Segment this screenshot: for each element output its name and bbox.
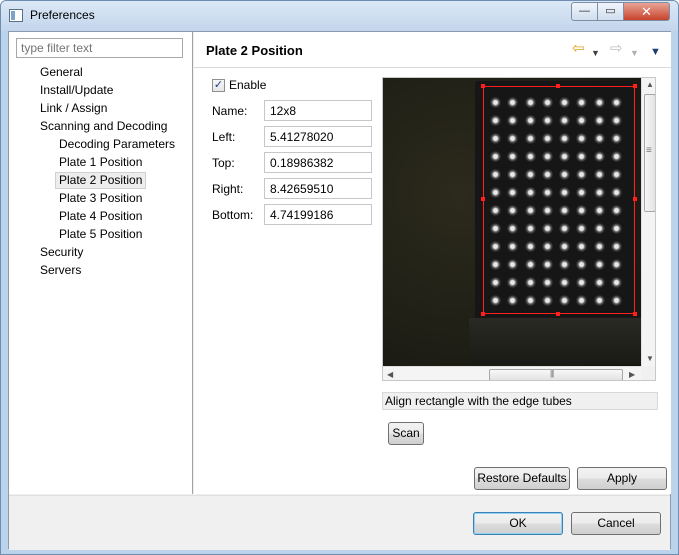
tree-item-plate-3-position[interactable]: Plate 3 Position [56, 190, 145, 207]
plate-image-viewer: ▲ ▼ ◀ ▶ [382, 77, 656, 381]
right-label: Right: [212, 182, 244, 196]
window-title: Preferences [30, 8, 95, 22]
horizontal-scroll-thumb[interactable] [489, 369, 623, 380]
bottom-label: Bottom: [212, 208, 254, 222]
close-button[interactable]: ✕ [624, 2, 670, 21]
tree-item-plate-1-position[interactable]: Plate 1 Position [56, 154, 145, 171]
plate-shadow [469, 318, 641, 364]
view-menu-icon[interactable]: ▼ [650, 44, 661, 60]
alignment-rectangle[interactable] [481, 84, 637, 316]
back-history-dropdown-icon[interactable]: ▼ [591, 45, 600, 61]
enable-checkbox[interactable]: ✓ [212, 79, 225, 92]
top-field[interactable] [264, 152, 372, 173]
top-label: Top: [212, 156, 235, 170]
handle-top-right[interactable] [633, 84, 637, 88]
horizontal-scrollbar[interactable]: ◀ ▶ [383, 366, 641, 380]
scanned-plate-image[interactable] [383, 78, 641, 366]
forward-history-dropdown-icon[interactable]: ▼ [630, 45, 639, 61]
left-label: Left: [212, 130, 236, 144]
tree-item-plate-4-position[interactable]: Plate 4 Position [56, 208, 145, 225]
maximize-button[interactable]: ▭ [598, 2, 624, 21]
name-field[interactable] [264, 100, 372, 121]
scroll-right-icon[interactable]: ▶ [629, 370, 635, 379]
handle-bottom-left[interactable] [481, 312, 485, 316]
tree-item-general[interactable]: General [37, 64, 86, 81]
tree-item-scanning-decoding[interactable]: Scanning and Decoding [37, 118, 170, 135]
right-field[interactable] [264, 178, 372, 199]
name-label: Name: [212, 104, 248, 118]
left-field[interactable] [264, 126, 372, 147]
tree-item-install-update[interactable]: Install/Update [37, 82, 116, 99]
window-icon [9, 9, 23, 22]
scroll-down-icon[interactable]: ▼ [646, 354, 654, 363]
scan-button[interactable]: Scan [388, 422, 424, 445]
preferences-window: Preferences — ▭ ✕ General Install/Update… [0, 0, 679, 555]
page-title: Plate 2 Position [206, 43, 303, 58]
cancel-button[interactable]: Cancel [571, 512, 661, 535]
restore-defaults-label: Restore Defaults [477, 471, 567, 485]
handle-right[interactable] [633, 197, 637, 201]
tree-item-security[interactable]: Security [37, 244, 86, 261]
handle-bottom-right[interactable] [633, 312, 637, 316]
minimize-button[interactable]: — [571, 2, 598, 21]
handle-left[interactable] [481, 197, 485, 201]
ok-button[interactable]: OK [473, 512, 563, 535]
scroll-left-icon[interactable]: ◀ [387, 370, 393, 379]
forward-arrow-icon[interactable]: ⇨ [610, 41, 623, 57]
tree-item-decoding-parameters[interactable]: Decoding Parameters [56, 136, 178, 153]
dialog-body: General Install/Update Link / Assign Sca… [8, 31, 671, 550]
preference-page: Plate 2 Position ⇦ ▼ ⇨ ▼ ▼ ✓ Enable Name… [194, 32, 671, 494]
scroll-up-icon[interactable]: ▲ [646, 80, 654, 89]
page-header: Plate 2 Position ⇦ ▼ ⇨ ▼ ▼ [194, 32, 671, 68]
back-arrow-icon[interactable]: ⇦ [572, 41, 585, 57]
tree-item-servers[interactable]: Servers [37, 262, 84, 279]
enable-label[interactable]: Enable [229, 78, 266, 92]
tree-item-plate-5-position[interactable]: Plate 5 Position [56, 226, 145, 243]
restore-defaults-button[interactable]: Restore Defaults [474, 467, 570, 490]
tree-item-plate-2-position[interactable]: Plate 2 Position [55, 172, 147, 189]
filter-input[interactable] [16, 38, 183, 58]
alignment-hint: Align rectangle with the edge tubes [382, 392, 658, 410]
tree-item-link-assign[interactable]: Link / Assign [37, 100, 110, 117]
preferences-tree-panel: General Install/Update Link / Assign Sca… [9, 32, 193, 494]
vertical-scroll-thumb[interactable] [644, 94, 655, 212]
bottom-field[interactable] [264, 204, 372, 225]
handle-top-left[interactable] [481, 84, 485, 88]
apply-button[interactable]: Apply [577, 467, 667, 490]
apply-label: Apply [606, 471, 638, 485]
handle-bottom[interactable] [556, 312, 560, 316]
title-bar[interactable]: Preferences — ▭ ✕ [1, 1, 678, 31]
vertical-scrollbar[interactable]: ▲ ▼ [641, 78, 655, 366]
handle-top[interactable] [556, 84, 560, 88]
